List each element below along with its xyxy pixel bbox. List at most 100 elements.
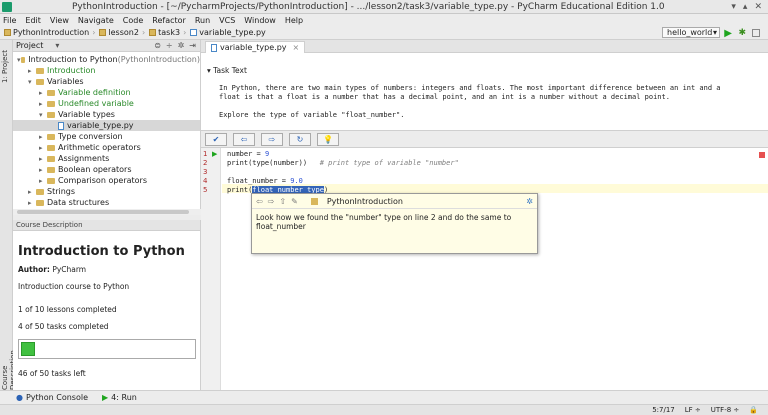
- tree-item[interactable]: ▸ Boolean operators: [13, 164, 200, 175]
- lessons-completed: 1 of 10 lessons completed: [18, 305, 117, 314]
- chevron-icon[interactable]: ▸: [39, 133, 47, 141]
- tree-item[interactable]: ▸ Type conversion: [13, 131, 200, 142]
- tasks-left: 46 of 50 tasks left: [18, 369, 86, 378]
- status-bar: 5:7/17 LF ÷ UTF-8 ÷ 🔒: [0, 404, 768, 415]
- chevron-icon[interactable]: ▸: [28, 67, 36, 75]
- tree-item[interactable]: ▾ Variables: [13, 76, 200, 87]
- chevron-icon[interactable]: ▸: [39, 89, 47, 97]
- horizontal-scrollbar[interactable]: [13, 209, 201, 215]
- caret-position[interactable]: 5:7/17: [652, 406, 675, 414]
- menu-item[interactable]: Window: [244, 16, 276, 25]
- project-icon: [310, 197, 318, 205]
- menu-item[interactable]: Refactor: [152, 16, 186, 25]
- close-tab-icon[interactable]: ×: [293, 43, 300, 52]
- folder-icon: [47, 155, 55, 162]
- line-separator[interactable]: LF ÷: [685, 406, 701, 414]
- menu-item[interactable]: Help: [285, 16, 303, 25]
- tree-item-label: Assignments: [58, 154, 110, 163]
- tree-item-label: variable_type.py: [67, 121, 134, 130]
- tree-item[interactable]: ▸ Strings: [13, 186, 200, 197]
- folder-icon: [47, 177, 55, 184]
- left-tool-strip: 1: Project Course Description: [0, 40, 17, 390]
- gear-icon[interactable]: ✲: [178, 41, 185, 50]
- hint-button[interactable]: 💡: [317, 132, 339, 146]
- chevron-icon[interactable]: ▸: [39, 155, 47, 163]
- chevron-icon[interactable]: ▸: [39, 166, 47, 174]
- maximize-icon[interactable]: ▴: [743, 2, 748, 12]
- run-icon[interactable]: ▶: [724, 28, 732, 39]
- tree-item[interactable]: ▸ Undefined variable: [13, 98, 200, 109]
- tree-item[interactable]: variable_type.py: [13, 120, 200, 131]
- lock-icon[interactable]: 🔒: [749, 406, 758, 414]
- code-editor[interactable]: 1 2 3 4 5 ▶ number = 9 print(type(number…: [201, 148, 768, 390]
- edit-source-icon[interactable]: ✎: [291, 197, 298, 206]
- project-panel-title[interactable]: Project: [16, 41, 43, 50]
- tree-item[interactable]: ▸ Introduction: [13, 65, 200, 76]
- python-console-button[interactable]: ● Python Console: [16, 393, 88, 402]
- previous-task-button[interactable]: ⇦: [233, 132, 255, 146]
- menu-item[interactable]: Navigate: [78, 16, 114, 25]
- refresh-task-button[interactable]: ↻: [289, 132, 311, 146]
- tree-item[interactable]: ▾ Variable types: [13, 109, 200, 120]
- collapse-icon[interactable]: ÷: [166, 41, 173, 50]
- tree-item[interactable]: ▾ Introduction to Python (PythonIntroduct…: [13, 54, 200, 65]
- chevron-icon[interactable]: ▾: [39, 111, 47, 119]
- check-task-button[interactable]: ✔: [205, 132, 227, 146]
- next-task-button[interactable]: ⇨: [261, 132, 283, 146]
- tree-item[interactable]: ▸ Variable definition: [13, 87, 200, 98]
- menu-item[interactable]: View: [50, 16, 69, 25]
- tree-item[interactable]: ▸ Comparison operators: [13, 175, 200, 186]
- stop-icon[interactable]: [752, 29, 760, 37]
- title-bar: PythonIntroduction - [~/PycharmProjects/…: [0, 0, 768, 14]
- line-number: 4: [203, 177, 208, 185]
- sync-icon[interactable]: ⊜: [154, 41, 161, 50]
- breadcrumb-task[interactable]: task3 ›: [149, 28, 186, 37]
- folder-icon: [99, 29, 107, 36]
- menu-item[interactable]: Edit: [25, 16, 41, 25]
- breadcrumb-file[interactable]: variable_type.py: [190, 28, 266, 37]
- run-tool-button[interactable]: ▶ 4: Run: [102, 393, 137, 402]
- folder-icon: [4, 29, 11, 36]
- run-gutter-icon[interactable]: ▶: [212, 150, 217, 158]
- folder-icon: [47, 144, 55, 151]
- python-file-icon: [58, 121, 64, 130]
- chevron-icon[interactable]: ▸: [28, 199, 36, 207]
- hide-icon[interactable]: ⇥: [189, 41, 196, 50]
- back-icon[interactable]: ⇦: [256, 197, 263, 206]
- chevron-icon[interactable]: ▾: [28, 78, 36, 86]
- minimize-icon[interactable]: ▾: [731, 2, 736, 12]
- tree-item[interactable]: ▸ Assignments: [13, 153, 200, 164]
- gear-icon[interactable]: ✲: [526, 197, 533, 206]
- chevron-icon[interactable]: ▸: [28, 188, 36, 196]
- editor-tab[interactable]: variable_type.py ×: [205, 41, 306, 53]
- forward-icon[interactable]: ⇨: [268, 197, 275, 206]
- menu-item[interactable]: VCS: [219, 16, 235, 25]
- folder-icon: [36, 188, 44, 195]
- breadcrumb-lesson[interactable]: lesson2 ›: [99, 28, 145, 37]
- hint-text: Look how we found the "number" type on l…: [256, 213, 512, 231]
- up-icon[interactable]: ⇧: [279, 197, 286, 206]
- chevron-down-icon[interactable]: ▾: [55, 41, 59, 50]
- line-number-gutter: 1 2 3 4 5: [201, 148, 221, 390]
- menu-item[interactable]: File: [3, 16, 16, 25]
- close-icon[interactable]: ✕: [754, 2, 762, 12]
- task-heading[interactable]: ▾ Task Text: [201, 53, 768, 75]
- hint-project-name: PythonIntroduction: [326, 196, 403, 206]
- file-encoding[interactable]: UTF-8 ÷: [711, 406, 740, 414]
- menu-item[interactable]: Run: [195, 16, 210, 25]
- tree-item-label: Variable definition: [58, 88, 131, 97]
- menu-item[interactable]: Code: [123, 16, 143, 25]
- run-config-select[interactable]: hello_world ▾: [662, 27, 720, 38]
- menu-bar: File Edit View Navigate Code Refactor Run VCS Wi…: [0, 14, 768, 26]
- error-marker[interactable]: [759, 152, 765, 158]
- chevron-icon[interactable]: ▸: [39, 100, 47, 108]
- tree-item[interactable]: ▸ Arithmetic operators: [13, 142, 200, 153]
- tree-item-label: Undefined variable: [58, 99, 134, 108]
- breadcrumb-project[interactable]: PythonIntroduction ›: [4, 28, 95, 37]
- tree-item[interactable]: ▸ Data structures: [13, 197, 200, 208]
- chevron-icon[interactable]: ▸: [39, 144, 47, 152]
- debug-icon[interactable]: ✱: [738, 28, 746, 38]
- chevron-icon[interactable]: ▸: [39, 177, 47, 185]
- project-side-tab[interactable]: 1: Project: [1, 50, 9, 83]
- tree-item-label: Arithmetic operators: [58, 143, 141, 152]
